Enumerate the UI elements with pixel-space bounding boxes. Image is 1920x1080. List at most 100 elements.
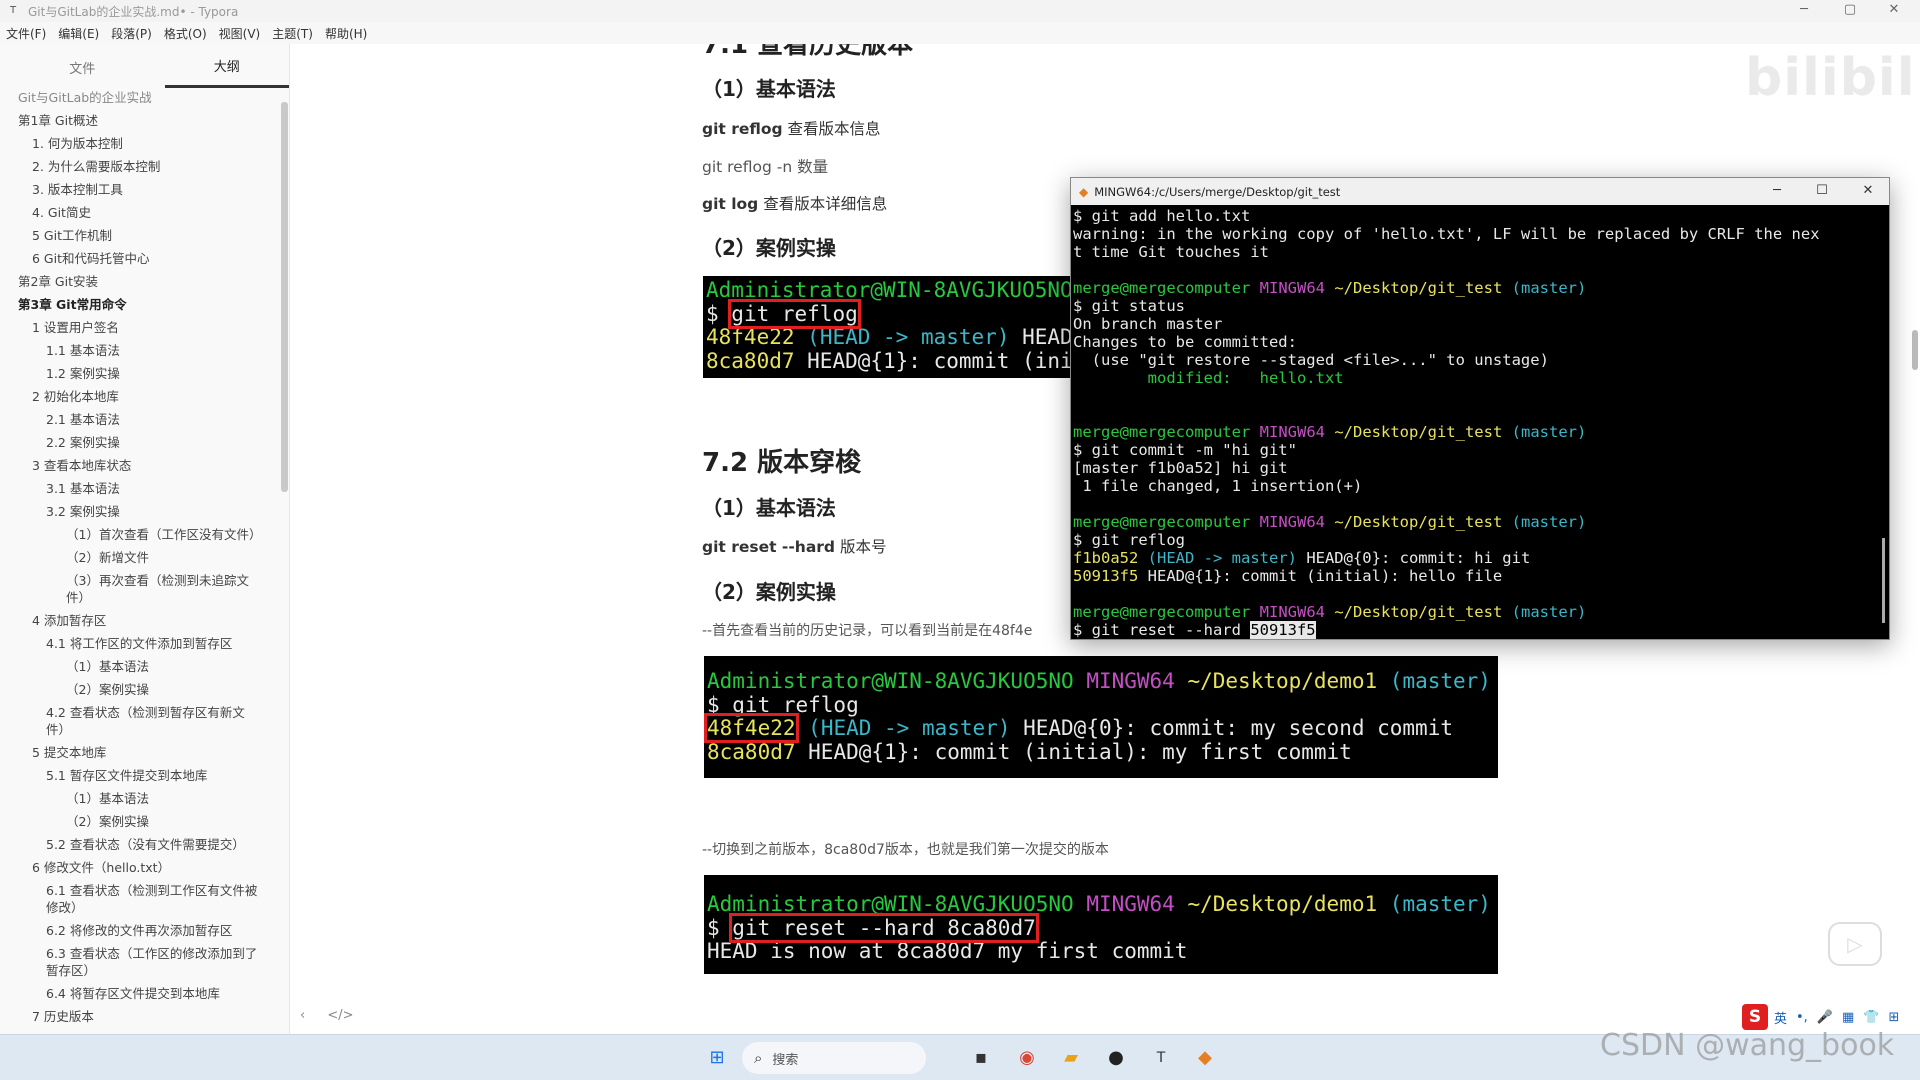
outline-item[interactable]: 6 修改文件（hello.txt）: [0, 856, 289, 879]
terminal-line: 50913f5 HEAD@{1}: commit (initial): hell…: [1073, 567, 1503, 585]
outline-item[interactable]: （2）新增文件: [0, 546, 289, 569]
menu-bar: 文件(F) 编辑(E) 段落(P) 格式(O) 视图(V) 主题(T) 帮助(H…: [0, 22, 1920, 44]
menu-paragraph[interactable]: 段落(P): [111, 25, 152, 42]
tab-outline[interactable]: 大纲: [164, 44, 289, 88]
ime-toolbox-icon[interactable]: ⊞: [1889, 1010, 1900, 1025]
mingw-title: MINGW64:/c/Users/merge/Desktop/git_test: [1094, 184, 1341, 199]
taskbar-search[interactable]: ⌕ 搜索: [742, 1042, 926, 1074]
outline-item[interactable]: 2 初始化本地库: [0, 385, 289, 408]
ime-keyboard-icon[interactable]: ▦: [1842, 1010, 1854, 1025]
sidebar: 文件 大纲 Git与GitLab的企业实战 第1章 Git概述 1. 何为版本控…: [0, 44, 290, 1034]
outline-item[interactable]: （1）首次查看（工作区没有文件）: [0, 523, 289, 546]
heading-basic-syntax: （1）基本语法: [702, 77, 836, 101]
outline-item[interactable]: 6.4 将暂存区文件提交到本地库: [0, 982, 289, 1005]
mingw-scrollbar[interactable]: [1882, 538, 1885, 623]
outline-item[interactable]: 1 设置用户签名: [0, 316, 289, 339]
minimize-button[interactable]: ─: [1784, 0, 1824, 22]
outline-item[interactable]: 2.2 案例实操: [0, 431, 289, 454]
outline-item[interactable]: 6.1 查看状态（检测到工作区有文件被修改）: [0, 879, 289, 919]
outline-item[interactable]: 1. 何为版本控制: [0, 132, 289, 155]
sogou-ime-icon[interactable]: S: [1742, 1004, 1768, 1030]
title-bar: T Git与GitLab的企业实战.md• - Typora ─ ▢ ✕: [0, 0, 1920, 22]
maximize-button[interactable]: ▢: [1830, 0, 1870, 22]
outline-item[interactable]: 1.1 基本语法: [0, 339, 289, 362]
mingw-terminal-output[interactable]: $ git add hello.txt warning: in the work…: [1071, 205, 1889, 641]
outline-item[interactable]: 第2章 Git安装: [0, 270, 289, 293]
terminal-line: 48f4e22 (HEAD -> master) HEAD@{0}: commi…: [704, 713, 1453, 743]
mingw-close-button[interactable]: ✕: [1846, 178, 1890, 205]
outline-item[interactable]: 4.2 查看状态（检测到暂存区有新文件）: [0, 701, 289, 741]
menu-file[interactable]: 文件(F): [6, 25, 46, 42]
typora-taskbar-icon[interactable]: T: [1148, 1045, 1174, 1071]
terminal-line: warning: in the working copy of 'hello.t…: [1073, 225, 1820, 243]
terminal-line: $ git reflog: [706, 298, 861, 329]
mingw-maximize-button[interactable]: ☐: [1800, 178, 1844, 205]
outline-item[interactable]: 6.2 将修改的文件再次添加暂存区: [0, 919, 289, 942]
csdn-watermark: CSDN @wang_book: [1600, 1028, 1895, 1063]
outline-item[interactable]: 3.1 基本语法: [0, 477, 289, 500]
mingw-title-bar[interactable]: ◆ MINGW64:/c/Users/merge/Desktop/git_tes…: [1071, 178, 1889, 205]
chrome-icon[interactable]: ◉: [1014, 1045, 1040, 1071]
terminal-line: $ git commit -m "hi git": [1073, 441, 1297, 459]
mingw-terminal-window[interactable]: ◆ MINGW64:/c/Users/merge/Desktop/git_tes…: [1070, 177, 1890, 640]
sidebar-scrollbar[interactable]: [281, 102, 288, 492]
paragraph-git-reflog: git reflog 查看版本信息: [702, 120, 881, 138]
git-bash-taskbar-icon[interactable]: ◆: [1192, 1045, 1218, 1071]
menu-view[interactable]: 视图(V): [219, 25, 261, 42]
outline-item[interactable]: 4. Git简史: [0, 201, 289, 224]
menu-format[interactable]: 格式(O): [164, 25, 207, 42]
menu-theme[interactable]: 主题(T): [272, 25, 313, 42]
task-view-icon[interactable]: ▪: [968, 1045, 994, 1071]
windows-start-icon[interactable]: ⊞: [704, 1045, 730, 1071]
outline-item[interactable]: 3.2 案例实操: [0, 500, 289, 523]
ime-voice-icon[interactable]: 🎤: [1817, 1010, 1833, 1025]
file-explorer-icon[interactable]: ▰: [1058, 1045, 1084, 1071]
outline-item[interactable]: 5 提交本地库: [0, 741, 289, 764]
terminal-prompt: merge@mergecomputer MINGW64 ~/Desktop/gi…: [1073, 513, 1587, 531]
outline-item[interactable]: 6.3 查看状态（工作区的修改添加到了暂存区）: [0, 942, 289, 982]
outline-item[interactable]: 2.1 基本语法: [0, 408, 289, 431]
terminal-line: f1b0a52 (HEAD -> master) HEAD@{0}: commi…: [1073, 549, 1531, 567]
outline-item[interactable]: Git与GitLab的企业实战: [0, 86, 289, 109]
terminal-line-current[interactable]: $ git reset --hard 50913f5: [1073, 621, 1887, 639]
outline-item[interactable]: 1.2 案例实操: [0, 362, 289, 385]
app-icon[interactable]: ●: [1103, 1045, 1129, 1071]
tab-files[interactable]: 文件: [20, 46, 145, 87]
outline-item[interactable]: （2）案例实操: [0, 678, 289, 701]
outline-item[interactable]: 5.2 查看状态（没有文件需要提交）: [0, 833, 289, 856]
outline-item[interactable]: （1）基本语法: [0, 787, 289, 810]
outline-item[interactable]: 5 Git工作机制: [0, 224, 289, 247]
outline-item[interactable]: 7 历史版本: [0, 1005, 289, 1028]
outline-item-active[interactable]: 第3章 Git常用命令: [0, 293, 289, 316]
ime-language[interactable]: 英: [1774, 1008, 1787, 1027]
ime-skin-icon[interactable]: 👕: [1863, 1010, 1879, 1025]
ime-punctuation[interactable]: •,: [1796, 1010, 1808, 1025]
outline-item[interactable]: （1）基本语法: [0, 655, 289, 678]
terminal-prompt: merge@mergecomputer MINGW64 ~/Desktop/gi…: [1073, 423, 1587, 441]
outline-item[interactable]: 4.1 将工作区的文件添加到暂存区: [0, 632, 289, 655]
terminal-line: 1 file changed, 1 insertion(+): [1073, 477, 1363, 495]
window-title: Git与GitLab的企业实战.md• - Typora: [28, 4, 239, 19]
outline-item[interactable]: 3. 版本控制工具: [0, 178, 289, 201]
outline-item[interactable]: 2. 为什么需要版本控制: [0, 155, 289, 178]
outline-item[interactable]: 第1章 Git概述: [0, 109, 289, 132]
outline-item[interactable]: （2）案例实操: [0, 810, 289, 833]
document-scrollbar[interactable]: [1912, 330, 1918, 370]
terminal-line: 48f4e22 (HEAD -> master) HEAD@: [706, 325, 1073, 349]
bilibili-watermark: bilibili: [1745, 48, 1920, 108]
menu-edit[interactable]: 编辑(E): [58, 25, 99, 42]
play-icon[interactable]: ▷: [1828, 922, 1882, 966]
terminal-line: t time Git touches it: [1073, 243, 1269, 261]
outline-item[interactable]: （3）再次查看（检测到未追踪文件）: [0, 569, 289, 609]
menu-help[interactable]: 帮助(H): [325, 25, 367, 42]
close-button[interactable]: ✕: [1874, 0, 1914, 22]
outline-item[interactable]: 4 添加暂存区: [0, 609, 289, 632]
outline-item[interactable]: 5.1 暂存区文件提交到本地库: [0, 764, 289, 787]
mingw-minimize-button[interactable]: ─: [1755, 178, 1799, 205]
terminal-screenshot-reset: Administrator@WIN-8AVGJKUO5NO MINGW64 ~/…: [704, 875, 1498, 974]
outline-item[interactable]: 6 Git和代码托管中心: [0, 247, 289, 270]
terminal-line: $ git reflog: [1073, 531, 1185, 549]
outline-item[interactable]: 3 查看本地库状态: [0, 454, 289, 477]
terminal-line: $ git reset --hard 8ca80d7: [707, 912, 1039, 943]
